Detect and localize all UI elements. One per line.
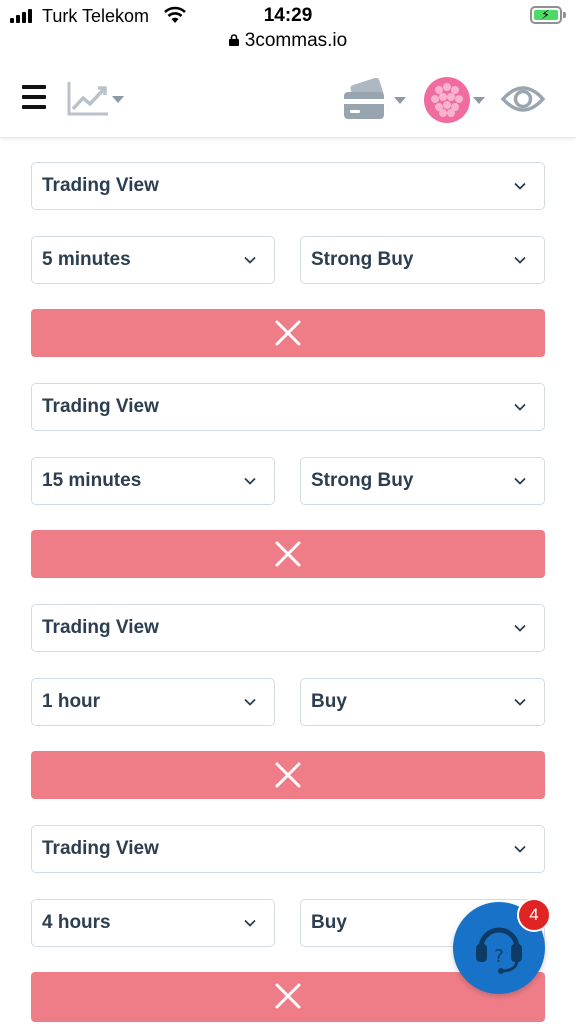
chevron-down-icon bbox=[514, 403, 526, 411]
chevron-down-icon bbox=[514, 182, 526, 190]
source-select[interactable]: Trading View bbox=[31, 825, 545, 873]
wallet-menu-button[interactable] bbox=[342, 78, 412, 122]
headset-icon: ? bbox=[476, 927, 522, 974]
close-icon bbox=[275, 762, 301, 788]
eye-icon[interactable] bbox=[500, 82, 546, 116]
status-time: 14:29 bbox=[263, 5, 313, 26]
chevron-down-icon bbox=[514, 845, 526, 853]
menu-icon[interactable] bbox=[22, 85, 46, 111]
chart-menu-button[interactable] bbox=[66, 80, 128, 118]
lock-icon bbox=[228, 34, 239, 46]
status-bar: Turk Telekom 14:29 ⚡ bbox=[0, 0, 576, 30]
account-menu-button[interactable] bbox=[424, 76, 488, 124]
chevron-down-icon bbox=[244, 698, 256, 706]
chevron-down-icon bbox=[514, 256, 526, 264]
remove-condition-button[interactable] bbox=[31, 309, 545, 357]
chevron-down-icon bbox=[112, 96, 124, 103]
remove-condition-button[interactable] bbox=[31, 751, 545, 799]
close-icon bbox=[275, 320, 301, 346]
remove-condition-button[interactable] bbox=[31, 530, 545, 578]
signal-select[interactable]: Strong Buy bbox=[300, 236, 545, 284]
source-select[interactable]: Trading View bbox=[31, 162, 545, 210]
notification-badge: 4 bbox=[517, 898, 551, 932]
app-header bbox=[0, 60, 576, 138]
svg-text:?: ? bbox=[494, 946, 504, 967]
chevron-down-icon bbox=[244, 919, 256, 927]
chevron-down-icon bbox=[244, 256, 256, 264]
chevron-down-icon bbox=[514, 698, 526, 706]
address-bar[interactable]: 3commas.io bbox=[0, 30, 576, 56]
chevron-down-icon bbox=[514, 624, 526, 632]
timeframe-select[interactable]: 4 hours bbox=[31, 899, 275, 947]
chevron-down-icon bbox=[473, 97, 485, 104]
url-text: 3commas.io bbox=[244, 30, 348, 51]
timeframe-select[interactable]: 5 minutes bbox=[31, 236, 275, 284]
battery-charging-icon: ⚡ bbox=[530, 6, 566, 24]
chevron-down-icon bbox=[514, 477, 526, 485]
timeframe-select[interactable]: 1 hour bbox=[31, 678, 275, 726]
avatar bbox=[424, 77, 470, 123]
close-icon bbox=[275, 541, 301, 567]
signal-select[interactable]: Strong Buy bbox=[300, 457, 545, 505]
close-icon bbox=[275, 983, 301, 1009]
chevron-down-icon bbox=[244, 477, 256, 485]
chevron-down-icon bbox=[394, 97, 406, 104]
source-select[interactable]: Trading View bbox=[31, 383, 545, 431]
chart-icon bbox=[67, 82, 108, 116]
timeframe-select[interactable]: 15 minutes bbox=[31, 457, 275, 505]
signal-select[interactable]: Buy bbox=[300, 678, 545, 726]
wallet-icon bbox=[344, 78, 384, 119]
source-select[interactable]: Trading View bbox=[31, 604, 545, 652]
